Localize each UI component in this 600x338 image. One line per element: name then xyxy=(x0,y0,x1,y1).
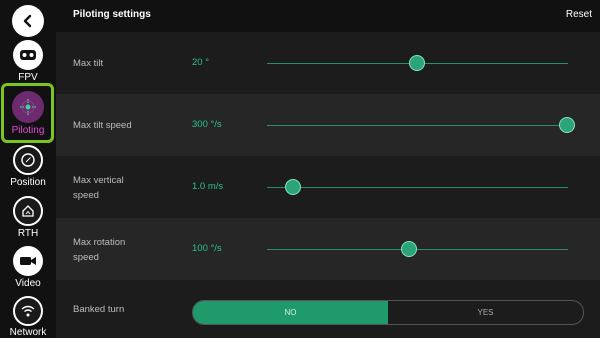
toggle-option-no[interactable]: NO xyxy=(193,301,388,324)
slider-track[interactable] xyxy=(267,249,568,250)
sidebar-item-network[interactable] xyxy=(13,296,43,326)
setting-row-max-tilt-speed: Max tilt speed 300 °/s xyxy=(56,94,600,156)
setting-label: Banked turn xyxy=(73,304,125,315)
piloting-icon xyxy=(20,99,36,115)
back-button[interactable] xyxy=(12,5,44,37)
header-bar: Piloting settings Reset xyxy=(56,0,600,32)
sidebar-item-label: RTH xyxy=(17,228,39,239)
vr-headset-icon xyxy=(20,50,36,60)
chevron-left-icon xyxy=(23,14,32,28)
setting-label: Max vertical speed xyxy=(73,173,124,203)
slider-track[interactable] xyxy=(267,125,568,126)
setting-row-max-vertical-speed: Max vertical speed 1.0 m/s xyxy=(56,156,600,218)
sidebar-item-fpv[interactable] xyxy=(13,40,43,70)
page-title: Piloting settings xyxy=(73,9,151,20)
wifi-icon xyxy=(21,305,35,317)
setting-value: 1.0 m/s xyxy=(192,181,224,192)
slider-track[interactable] xyxy=(267,187,568,188)
compass-icon xyxy=(21,153,35,167)
slider-thumb[interactable] xyxy=(409,55,425,71)
sidebar-item-piloting[interactable] xyxy=(12,91,44,123)
setting-row-max-rotation-speed: Max rotation speed 100 °/s xyxy=(56,218,600,280)
setting-row-banked-turn: Banked turn NO YES xyxy=(56,280,600,338)
video-camera-icon xyxy=(20,257,36,265)
sidebar-item-label: Video xyxy=(15,278,41,289)
slider-thumb[interactable] xyxy=(401,241,417,257)
setting-row-max-tilt: Max tilt 20 ° xyxy=(56,32,600,94)
sidebar-item-label: FPV xyxy=(18,72,38,83)
setting-label-line2: speed xyxy=(73,190,99,201)
setting-value: 300 °/s xyxy=(192,119,222,130)
sidebar-item-rth[interactable] xyxy=(13,196,43,226)
setting-label-line1: Max rotation xyxy=(73,237,126,248)
setting-label-line1: Max vertical xyxy=(73,175,124,186)
setting-label-line2: speed xyxy=(73,252,99,263)
sidebar-item-label: Piloting xyxy=(11,125,45,136)
sidebar-item-label: Position xyxy=(10,177,46,188)
sidebar-item-position[interactable] xyxy=(13,145,43,175)
sidebar-item-video[interactable] xyxy=(13,246,43,276)
toggle-option-yes[interactable]: YES xyxy=(388,301,583,324)
setting-value: 100 °/s xyxy=(192,243,222,254)
setting-value: 20 ° xyxy=(192,57,210,68)
setting-label: Max tilt speed xyxy=(73,120,132,131)
banked-turn-toggle[interactable]: NO YES xyxy=(192,300,584,325)
home-icon xyxy=(22,205,34,217)
setting-label: Max rotation speed xyxy=(73,235,125,265)
sidebar: FPV Piloting Position RTH Video Network xyxy=(0,0,56,338)
reset-button[interactable]: Reset xyxy=(566,9,592,20)
slider-thumb[interactable] xyxy=(559,117,575,133)
sidebar-item-label: Network xyxy=(9,327,47,338)
slider-thumb[interactable] xyxy=(285,179,301,195)
setting-label: Max tilt xyxy=(73,58,104,69)
